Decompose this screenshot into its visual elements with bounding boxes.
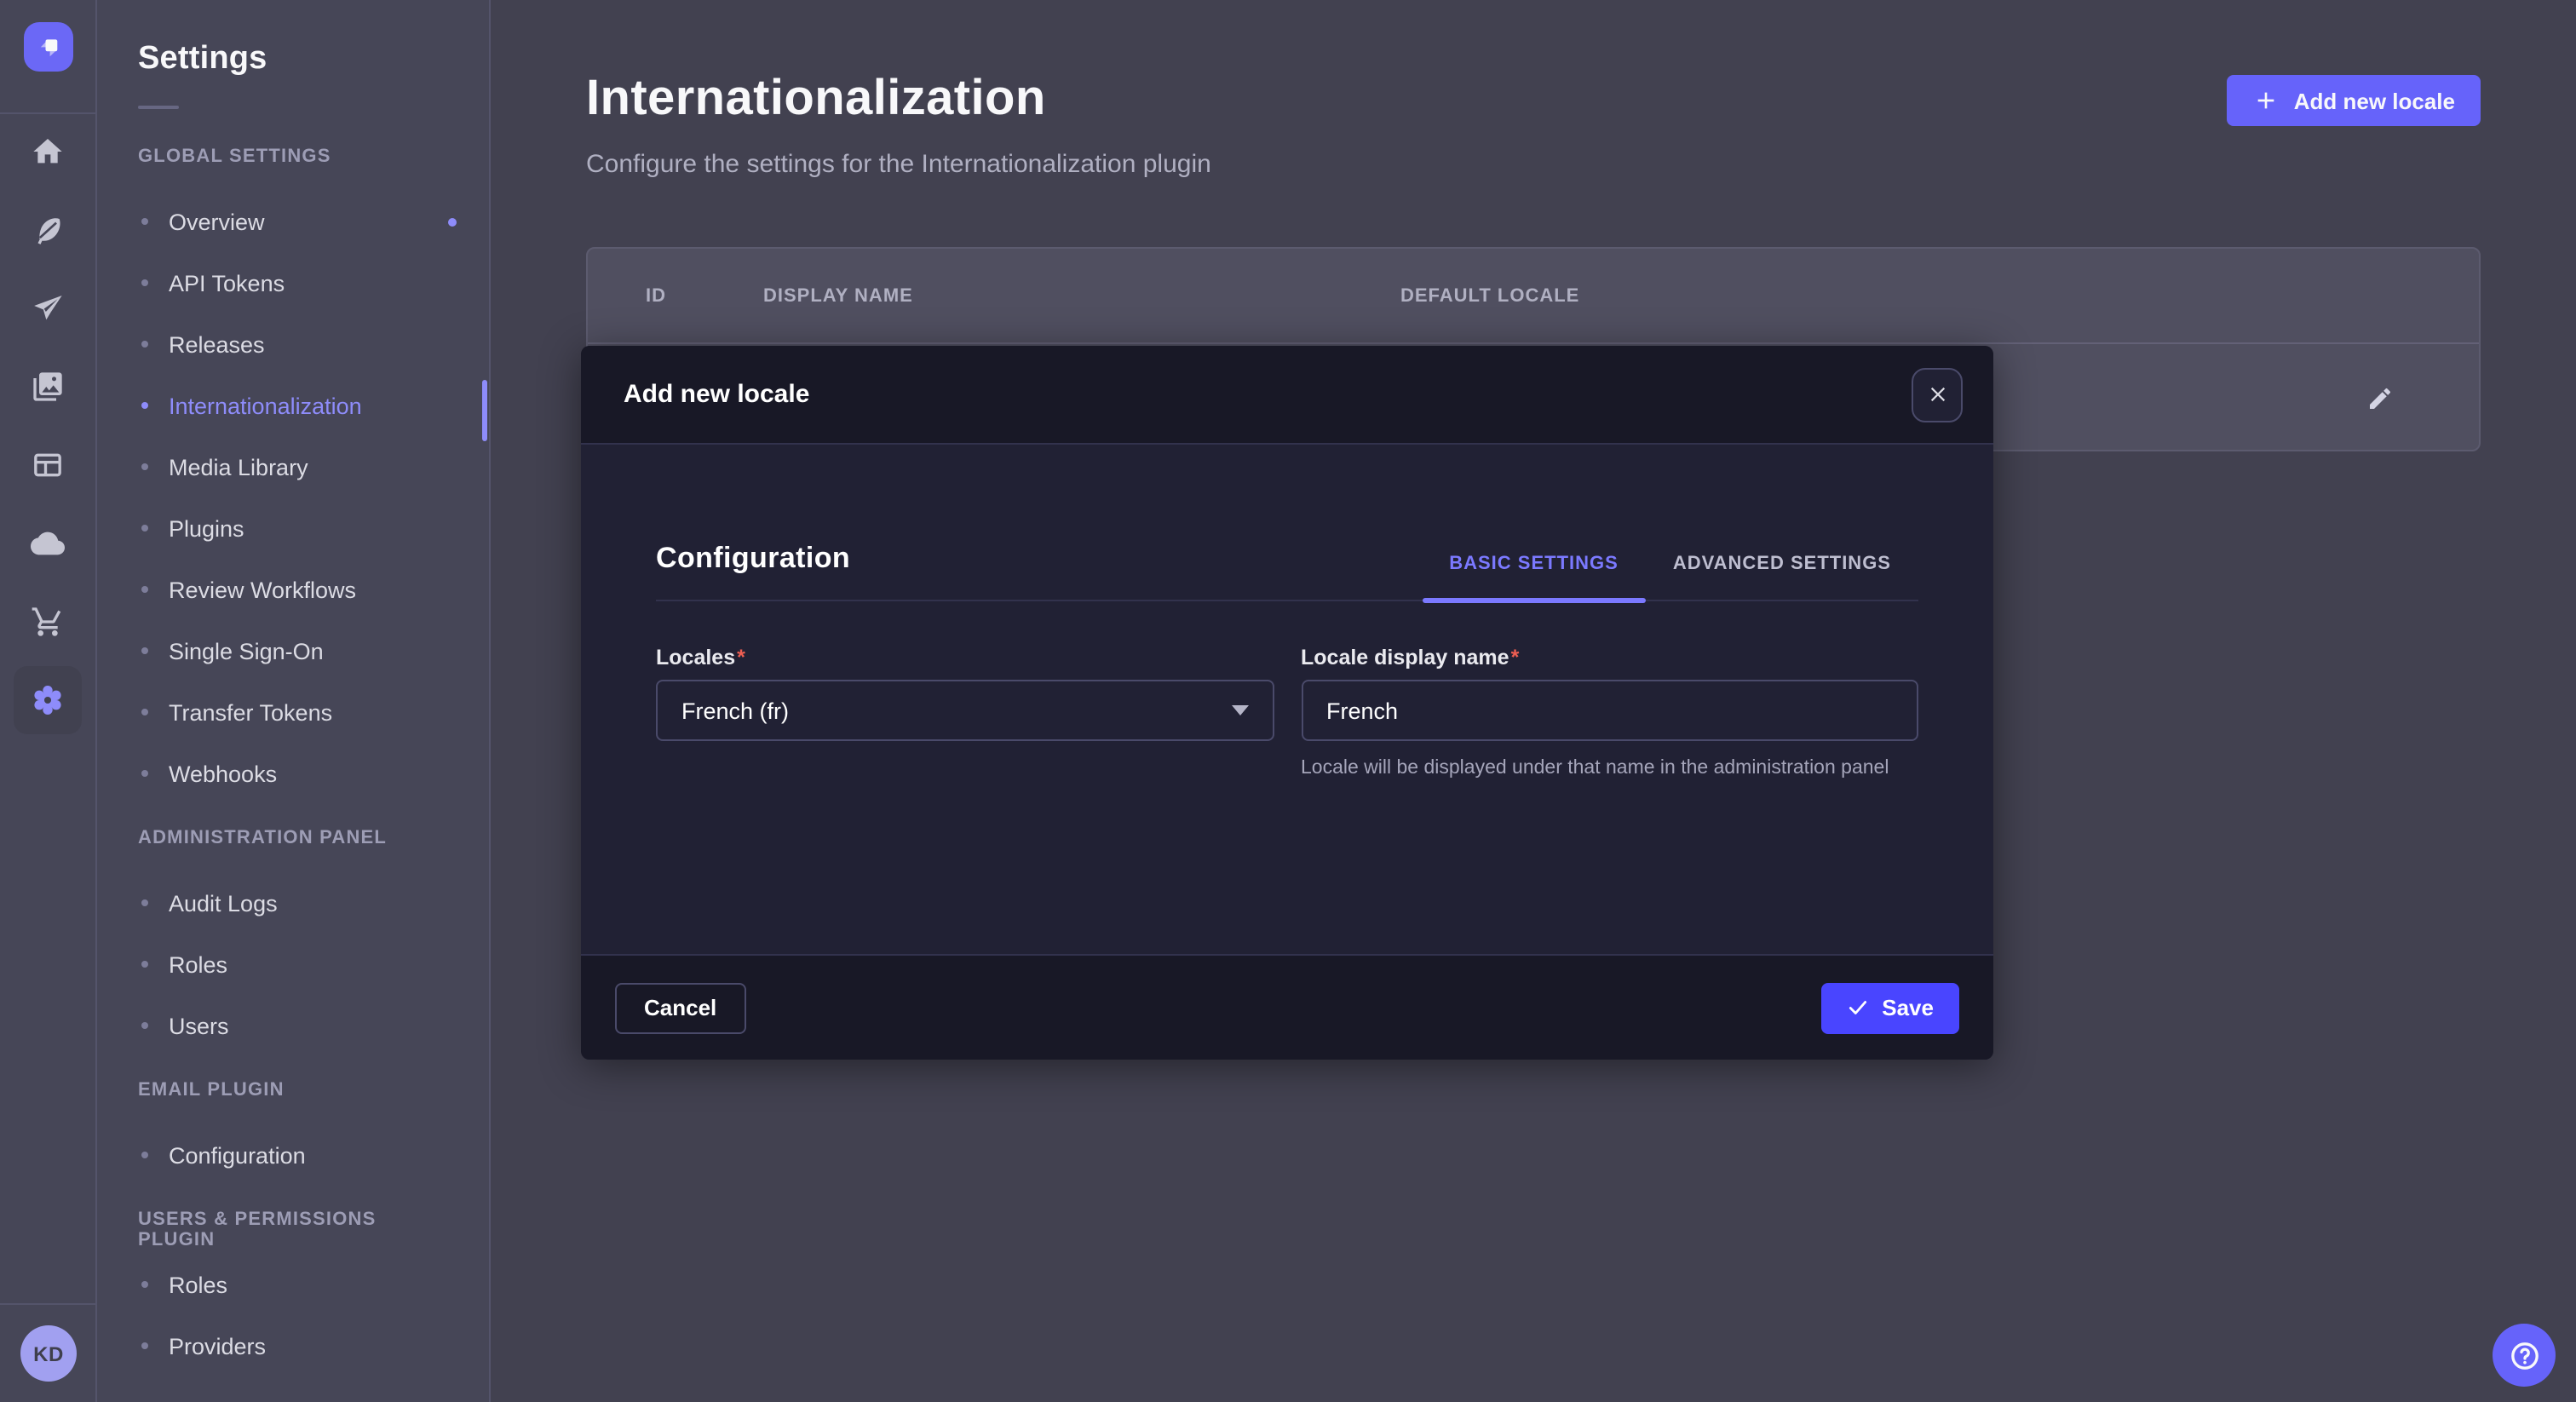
display-name-label-text: Locale display name bbox=[1301, 646, 1509, 669]
required-asterisk: * bbox=[1511, 646, 1520, 669]
tab-basic-settings[interactable]: BASIC SETTINGS bbox=[1422, 554, 1646, 600]
modal-header: Add new locale bbox=[581, 346, 1993, 445]
display-name-field-group: Locale display name* Locale will be disp… bbox=[1301, 646, 1918, 783]
display-name-hint: Locale will be displayed under that name… bbox=[1301, 755, 1918, 783]
close-modal-button[interactable] bbox=[1912, 367, 1963, 422]
locales-select-value: French (fr) bbox=[681, 698, 789, 723]
cancel-button[interactable]: Cancel bbox=[615, 982, 745, 1033]
modal-body: Configuration BASIC SETTINGS ADVANCED SE… bbox=[581, 445, 1993, 954]
modal-footer: Cancel Save bbox=[581, 954, 1993, 1060]
required-asterisk: * bbox=[737, 646, 745, 669]
close-icon bbox=[1928, 385, 1946, 404]
check-icon bbox=[1846, 997, 1868, 1019]
configuration-title: Configuration bbox=[656, 542, 850, 600]
app-window: KD Settings GLOBAL SETTINGS Overview API… bbox=[0, 0, 2576, 1402]
display-name-label: Locale display name* bbox=[1301, 646, 1918, 669]
add-locale-modal: Add new locale Configuration BASIC SETTI… bbox=[581, 346, 1993, 1060]
locales-label-text: Locales bbox=[656, 646, 735, 669]
tab-advanced-settings[interactable]: ADVANCED SETTINGS bbox=[1646, 554, 1918, 600]
display-name-input[interactable] bbox=[1301, 680, 1918, 741]
chevron-down-icon bbox=[1231, 705, 1248, 715]
save-button-label: Save bbox=[1882, 995, 1934, 1020]
save-button[interactable]: Save bbox=[1820, 982, 1959, 1033]
locales-field-group: Locales* French (fr) bbox=[656, 646, 1274, 783]
locale-form: Locales* French (fr) Locale display name… bbox=[656, 646, 1918, 783]
configuration-header: Configuration BASIC SETTINGS ADVANCED SE… bbox=[656, 445, 1918, 601]
locales-label: Locales* bbox=[656, 646, 1274, 669]
modal-title: Add new locale bbox=[624, 380, 809, 409]
locales-select[interactable]: French (fr) bbox=[656, 680, 1274, 741]
settings-tabs: BASIC SETTINGS ADVANCED SETTINGS bbox=[1422, 554, 1918, 600]
